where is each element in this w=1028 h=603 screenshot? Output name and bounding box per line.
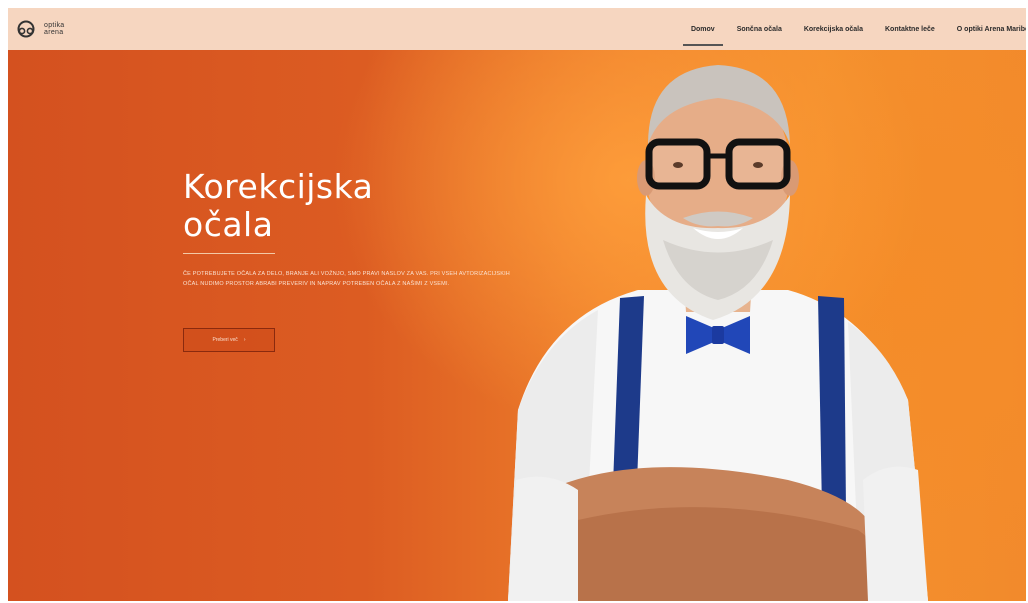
nav-item-contact-lenses[interactable]: Kontaktne leče	[885, 24, 935, 35]
hero-divider	[183, 253, 275, 254]
read-more-button[interactable]: Preberi več ›	[183, 328, 275, 352]
logo-text: optika arena	[44, 22, 64, 36]
hero-title-line-2: očala	[183, 205, 274, 244]
nav-item-about[interactable]: O optiki Arena Maribor	[957, 24, 1026, 35]
logo-line-1: optika	[44, 22, 65, 29]
hero-person-image	[508, 65, 928, 601]
site-header: optika arena Domov Sončna očala Korekcij…	[8, 8, 1026, 50]
hero-title-line-1: Korekcijska	[183, 167, 374, 206]
read-more-label: Preberi več	[212, 337, 238, 343]
hero-title: Korekcijska očala	[183, 168, 483, 244]
logo[interactable]: optika arena	[14, 20, 64, 38]
arrow-right-icon: ›	[243, 337, 246, 343]
nav-item-sunglasses[interactable]: Sončna očala	[737, 24, 782, 35]
logo-line-2: arena	[44, 29, 64, 36]
nav-item-prescription-glasses[interactable]: Korekcijska očala	[804, 24, 863, 35]
hero-description: Če potrebujete očala za delo, branje ali…	[183, 271, 510, 287]
logo-glasses-icon	[17, 20, 35, 38]
main-nav: Domov Sončna očala Korekcijska očala Kon…	[683, 8, 1026, 50]
nav-item-home[interactable]: Domov	[683, 24, 723, 46]
page-frame: optika arena Domov Sončna očala Korekcij…	[8, 8, 1026, 601]
